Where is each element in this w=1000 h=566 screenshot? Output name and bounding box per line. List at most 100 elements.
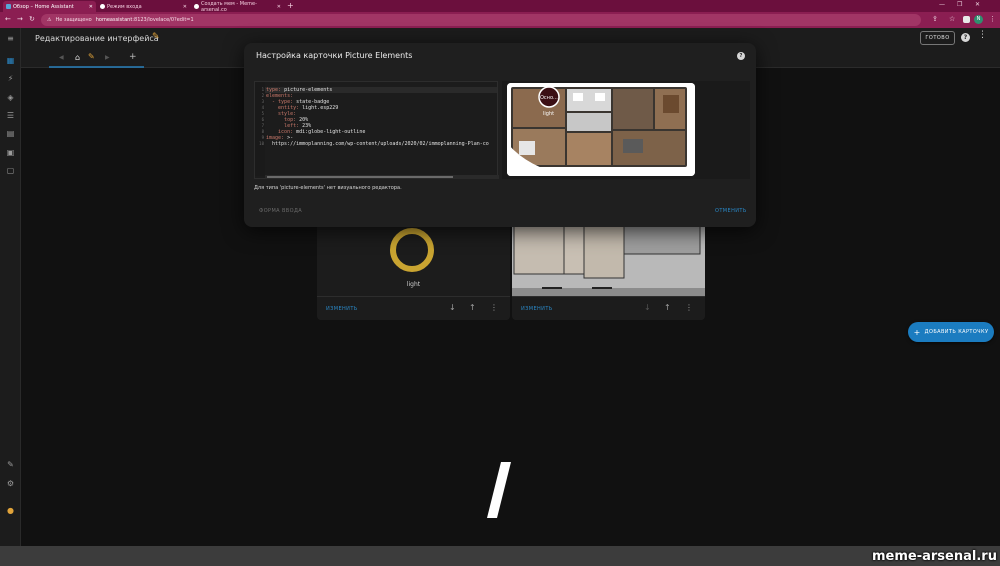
yaml-value: light.esp229 [299,105,339,111]
browser-tab-input-mode[interactable]: Режим входа ✕ [97,1,190,12]
move-up-icon[interactable]: ↑ [469,303,476,312]
new-tab-button[interactable]: + [287,1,294,10]
extension-icon[interactable] [963,16,970,23]
scrollbar-thumb[interactable] [267,176,453,178]
dialog-title: Настройка карточки Picture Elements [256,51,413,60]
profile-avatar[interactable]: N [974,15,983,24]
cancel-button[interactable]: ОТМЕНИТЬ [715,208,747,214]
sidebar-notifications-icon[interactable]: ● [6,506,15,515]
edit-card-button[interactable]: ИЗМЕНИТЬ [326,306,358,312]
help-icon[interactable]: ? [961,33,970,42]
card-toolbar: ИЗМЕНИТЬ ↓ ↑ ⋮ [317,296,510,320]
sidebar-overview-icon[interactable]: ▦ [6,56,15,65]
close-tab-icon[interactable]: ✕ [277,4,281,10]
minimize-window-icon[interactable]: — [939,1,945,8]
sidebar-developer-tools-icon[interactable]: ✎ [6,460,15,469]
preview-floor-plan-image [507,83,695,176]
more-options-icon[interactable]: ⋮ [978,30,987,40]
add-card-label: ДОБАВИТЬ КАРТОЧКУ [924,329,989,335]
close-tab-icon[interactable]: ✕ [89,4,93,10]
entity-label: light [406,281,421,288]
state-badge-value: Осно... [540,95,558,101]
line-number: 3 [261,99,264,104]
sidebar-map-icon[interactable]: ◈ [6,93,15,102]
home-view-icon[interactable]: ⌂ [75,53,80,62]
edit-card-button[interactable]: ИЗМЕНИТЬ [521,306,553,312]
add-view-icon[interactable]: + [129,52,137,62]
bottom-bar [0,546,1000,566]
show-visual-editor-button[interactable]: ФОРМА ВВОДА [259,208,302,214]
bookmark-star-icon[interactable]: ☆ [949,15,955,23]
sidebar-history-icon[interactable]: ▤ [6,129,15,138]
move-down-icon[interactable]: ↓ [644,303,651,312]
browser-menu-icon[interactable]: ⋮ [989,15,996,23]
slash-overlay-graphic [487,462,511,518]
share-icon[interactable]: ⇪ [932,15,938,23]
close-tab-icon[interactable]: ✕ [183,4,187,10]
dialog-help-icon[interactable]: ? [737,52,745,60]
globe-favicon-icon [194,4,199,9]
line-number-gutter: 1 2 3 4 5 6 7 8 9 10 [255,82,265,176]
code-line[interactable]: https://immoplanning.com/wp-content/uplo… [266,141,489,147]
sidebar-logbook-icon[interactable]: ☰ [6,111,15,120]
sidebar-menu-icon[interactable]: ≡ [6,34,15,43]
back-icon[interactable]: ← [5,15,11,23]
add-card-button[interactable]: + ДОБАВИТЬ КАРТОЧКУ [908,322,994,342]
line-number: 9 [261,135,264,140]
picture-elements-card: ИЗМЕНИТЬ ↓ ↑ ⋮ [512,222,705,320]
browser-tab-home-assistant[interactable]: Обзор – Home Assistant ✕ [3,1,96,12]
watermark-text: meme-arsenal.ru [872,549,997,564]
reload-icon[interactable]: ↻ [29,15,35,23]
move-down-icon[interactable]: ↓ [449,303,456,312]
card-config-dialog: Настройка карточки Picture Elements ? 12… [244,43,756,227]
move-view-right-icon[interactable]: ▶ [105,54,110,61]
sidebar-browser-icon[interactable]: ▢ [6,166,15,175]
done-button[interactable]: ГОТОВО [920,31,955,45]
edit-view-pencil-icon[interactable]: ✎ [88,52,95,61]
sidebar-media-icon[interactable]: ▣ [6,148,15,157]
no-visual-editor-message: Для типа 'picture-elements' нет визуальн… [254,185,402,191]
line-number: 2 [261,93,264,98]
line-number: 5 [261,111,264,116]
tab-label: Обзор – Home Assistant [13,3,74,10]
line-number: 7 [261,123,264,128]
sidebar-energy-icon[interactable]: ⚡ [6,74,15,83]
card-options-icon[interactable]: ⋮ [685,303,693,312]
page-title: Редактирование интерфейса [35,34,159,43]
line-number: 8 [261,129,264,134]
tab-label: Создать мем - Meme-arsenal.co [201,0,257,13]
horizontal-scrollbar[interactable] [265,175,499,179]
warning-icon: ⚠ [47,17,52,23]
restore-window-icon[interactable]: ❐ [957,1,962,8]
browser-toolbar: ← → ↻ ⚠ Не защищено homeassistant:8123/l… [0,12,1000,28]
plus-icon: + [913,327,921,337]
line-number: 6 [261,117,264,122]
move-view-left-icon[interactable]: ◀ [59,54,64,61]
browser-tab-strip: Обзор – Home Assistant ✕ Режим входа ✕ С… [0,0,1000,13]
forward-icon[interactable]: → [17,15,23,23]
light-ring-icon[interactable] [390,228,434,272]
card-options-icon[interactable]: ⋮ [490,303,498,312]
close-window-icon[interactable]: ✕ [975,1,980,8]
edit-title-pencil-icon[interactable]: ✎ [152,32,160,42]
floor-plan-image[interactable] [512,222,705,296]
security-label: Не защищено [55,17,92,23]
address-bar[interactable]: ⚠ Не защищено homeassistant:8123/lovelac… [41,14,921,26]
light-entity-card: light ИЗМЕНИТЬ ↓ ↑ ⋮ [317,222,510,320]
line-number: 1 [261,87,264,92]
card-preview-pane: Осно... light [502,81,750,179]
state-badge-label: light [543,111,555,117]
home-assistant-favicon-icon [6,4,11,9]
active-view-indicator [49,66,144,68]
line-number: 4 [261,105,264,110]
yaml-value: mdi:globe-light-outline [293,129,366,135]
move-up-icon[interactable]: ↑ [664,303,671,312]
sidebar-settings-icon[interactable]: ⚙ [6,479,15,488]
line-number: 10 [259,141,264,146]
yaml-code-editor[interactable]: 1 2 3 4 5 6 7 8 9 10 type: picture-elements elemen… [254,81,499,179]
yaml-value: https://immoplanning.com/wp-content/uplo… [266,141,489,147]
card-toolbar: ИЗМЕНИТЬ ↓ ↑ ⋮ [512,296,705,320]
browser-tab-meme-arsenal[interactable]: Создать мем - Meme-arsenal.co ✕ [191,0,284,13]
preview-floor-plan-card: Осно... light [507,83,695,176]
sidebar: ≡ ▦ ⚡ ◈ ☰ ▤ ▣ ▢ ✎ ⚙ ● N [0,28,21,565]
